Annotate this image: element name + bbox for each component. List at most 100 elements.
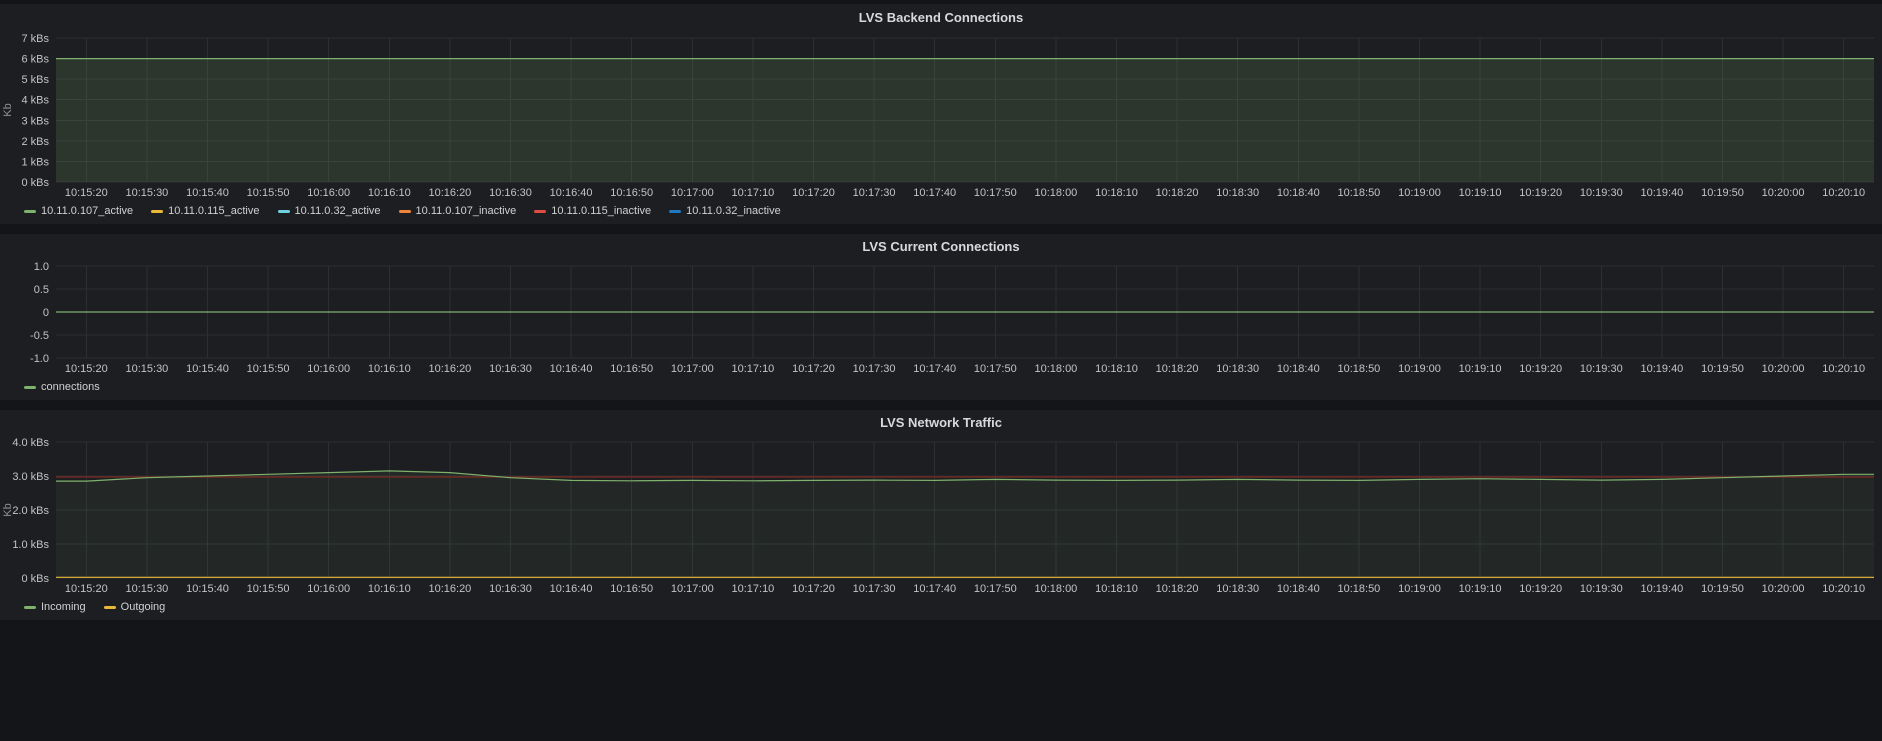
legend-item-10.11.0.32_active[interactable]: 10.11.0.32_active <box>277 205 381 217</box>
x-tick-label: 10:18:40 <box>1277 363 1320 375</box>
x-tick-label: 10:18:00 <box>1034 583 1077 595</box>
x-tick-label: 10:18:10 <box>1095 363 1138 375</box>
x-tick-label: 10:16:40 <box>550 187 593 199</box>
legend-label: 10.11.0.115_inactive <box>551 205 652 217</box>
x-tick-label: 10:19:40 <box>1640 583 1683 595</box>
panel-title[interactable]: LVS Current Connections <box>0 234 1882 260</box>
x-tick-label: 10:18:30 <box>1216 363 1259 375</box>
legend-series-color-icon <box>103 605 116 609</box>
x-tick-label: 10:15:40 <box>186 187 229 199</box>
y-tick-label: 0 kBs <box>21 573 49 585</box>
panel-title[interactable]: LVS Network Traffic <box>0 410 1882 436</box>
x-tick-label: 10:19:00 <box>1398 187 1441 199</box>
y-tick-label: 0.5 <box>34 284 49 296</box>
panel-title[interactable]: LVS Backend Connections <box>0 4 1882 32</box>
x-tick-label: 10:20:00 <box>1762 363 1805 375</box>
legend-item-10.11.0.107_active[interactable]: 10.11.0.107_active <box>24 205 133 217</box>
x-tick-label: 10:16:30 <box>489 363 532 375</box>
x-tick-label: 10:17:10 <box>731 363 774 375</box>
legend-item-10.11.0.115_active[interactable]: 10.11.0.115_active <box>151 205 260 217</box>
x-tick-label: 10:18:00 <box>1034 363 1077 375</box>
x-tick-label: 10:16:40 <box>550 363 593 375</box>
y-axis-label: Kb <box>2 103 14 116</box>
legend-label: 10.11.0.107_inactive <box>415 205 517 217</box>
y-tick-label: 3.0 kBs <box>12 471 49 483</box>
series-fill-Incoming <box>56 470 1874 578</box>
x-tick-label: 10:16:40 <box>550 583 593 595</box>
lvs-current-connections-chart[interactable]: 1.0 0.5 0 -0.5 -1.0 10:15:20 10:15:30 10:15:40 1… <box>0 260 1882 378</box>
legend-item-10.11.0.32_inactive[interactable]: 10.11.0.32_inactive <box>669 205 781 217</box>
x-tick-label: 10:19:00 <box>1398 363 1441 375</box>
chart-canvas: 4.0 kBs 3.0 kBs 2.0 kBs 1.0 kBs 0 kBs 10:15:2… <box>2 437 1874 595</box>
x-tick-label: 10:16:20 <box>428 187 471 199</box>
legend-item-Incoming[interactable]: Incoming <box>24 601 86 613</box>
x-tick-label: 10:17:50 <box>974 187 1017 199</box>
x-tick-label: 10:18:50 <box>1337 363 1380 375</box>
y-tick-label: 1 kBs <box>21 156 49 168</box>
series-fill-10.11.0.107_active <box>56 58 1874 182</box>
x-tick-label: 10:18:10 <box>1095 583 1138 595</box>
x-tick-label: 10:17:40 <box>913 583 956 595</box>
chart-canvas: 1.0 0.5 0 -0.5 -1.0 10:15:20 10:15:30 10:15:40 1… <box>30 261 1874 375</box>
x-tick-label: 10:18:40 <box>1277 583 1320 595</box>
x-tick-label: 10:17:50 <box>974 363 1017 375</box>
legend-series-color-icon <box>24 209 36 213</box>
x-tick-label: 10:18:20 <box>1156 583 1199 595</box>
x-tick-label: 10:15:30 <box>125 187 168 199</box>
legend-series-color-icon <box>151 209 164 213</box>
y-tick-label: 7 kBs <box>21 33 49 45</box>
y-tick-label: 3 kBs <box>21 115 49 127</box>
y-tick-label: 2 kBs <box>21 136 49 148</box>
x-tick-label: 10:17:30 <box>853 187 896 199</box>
x-tick-label: 10:19:00 <box>1398 583 1441 595</box>
x-tick-label: 10:15:50 <box>247 583 290 595</box>
x-tick-label: 10:15:30 <box>125 363 168 375</box>
x-tick-label: 10:15:30 <box>125 583 168 595</box>
legend-series-color-icon <box>24 385 36 389</box>
legend-series-color-icon <box>277 209 290 213</box>
x-tick-label: 10:16:00 <box>307 363 350 375</box>
x-tick-label: 10:20:00 <box>1762 187 1805 199</box>
y-tick-label: 4 kBs <box>21 95 49 107</box>
x-tick-label: 10:17:40 <box>913 187 956 199</box>
x-tick-label: 10:17:20 <box>792 187 835 199</box>
x-tick-label: 10:17:30 <box>853 363 896 375</box>
x-tick-label: 10:16:30 <box>489 187 532 199</box>
y-tick-label: 4.0 kBs <box>12 437 49 449</box>
x-tick-label: 10:15:20 <box>65 583 108 595</box>
x-tick-label: 10:18:20 <box>1156 363 1199 375</box>
y-tick-label: 1.0 kBs <box>12 539 49 551</box>
x-tick-label: 10:17:30 <box>853 583 896 595</box>
y-tick-label: 1.0 <box>34 261 49 273</box>
x-tick-label: 10:19:50 <box>1701 583 1744 595</box>
x-tick-label: 10:18:00 <box>1034 187 1077 199</box>
y-tick-label: -0.5 <box>30 330 49 342</box>
y-tick-label: 2.0 kBs <box>12 505 49 517</box>
legend-series-color-icon <box>669 209 682 213</box>
legend-item-connections[interactable]: connections <box>24 381 100 393</box>
x-tick-label: 10:19:20 <box>1519 583 1562 595</box>
legend-label: connections <box>41 381 100 393</box>
legend-item-10.11.0.115_inactive[interactable]: 10.11.0.115_inactive <box>534 205 651 217</box>
dashboard: LVS Backend Connections 7 kBs 6 kBs 5 kBs 4… <box>0 0 1882 620</box>
x-tick-label: 10:20:10 <box>1822 363 1865 375</box>
x-tick-label: 10:17:00 <box>671 583 714 595</box>
x-tick-label: 10:19:40 <box>1640 363 1683 375</box>
x-tick-label: 10:20:10 <box>1822 187 1865 199</box>
x-tick-label: 10:19:20 <box>1519 187 1562 199</box>
lvs-network-traffic-chart[interactable]: 4.0 kBs 3.0 kBs 2.0 kBs 1.0 kBs 0 kBs 10:15:2… <box>0 436 1882 598</box>
x-tick-label: 10:16:10 <box>368 583 411 595</box>
y-tick-label: -1.0 <box>30 353 49 365</box>
x-tick-label: 10:19:40 <box>1640 187 1683 199</box>
legend-label: 10.11.0.32_active <box>294 205 381 217</box>
legend-item-Outgoing[interactable]: Outgoing <box>103 601 165 613</box>
y-tick-label: 0 kBs <box>21 177 49 189</box>
lvs-backend-connections-legend: 10.11.0.107_active 10.11.0.115_active 10.1… <box>0 202 1882 224</box>
lvs-backend-connections-chart[interactable]: 7 kBs 6 kBs 5 kBs 4 kBs 3 kBs 2 kBs 1 kBs 0 kBs… <box>0 32 1882 202</box>
x-tick-label: 10:19:10 <box>1459 363 1502 375</box>
x-tick-label: 10:16:50 <box>610 583 653 595</box>
x-tick-label: 10:20:10 <box>1822 583 1865 595</box>
x-tick-label: 10:16:20 <box>428 583 471 595</box>
legend-item-10.11.0.107_inactive[interactable]: 10.11.0.107_inactive <box>398 205 517 217</box>
lvs-current-connections-legend: connections <box>0 378 1882 400</box>
